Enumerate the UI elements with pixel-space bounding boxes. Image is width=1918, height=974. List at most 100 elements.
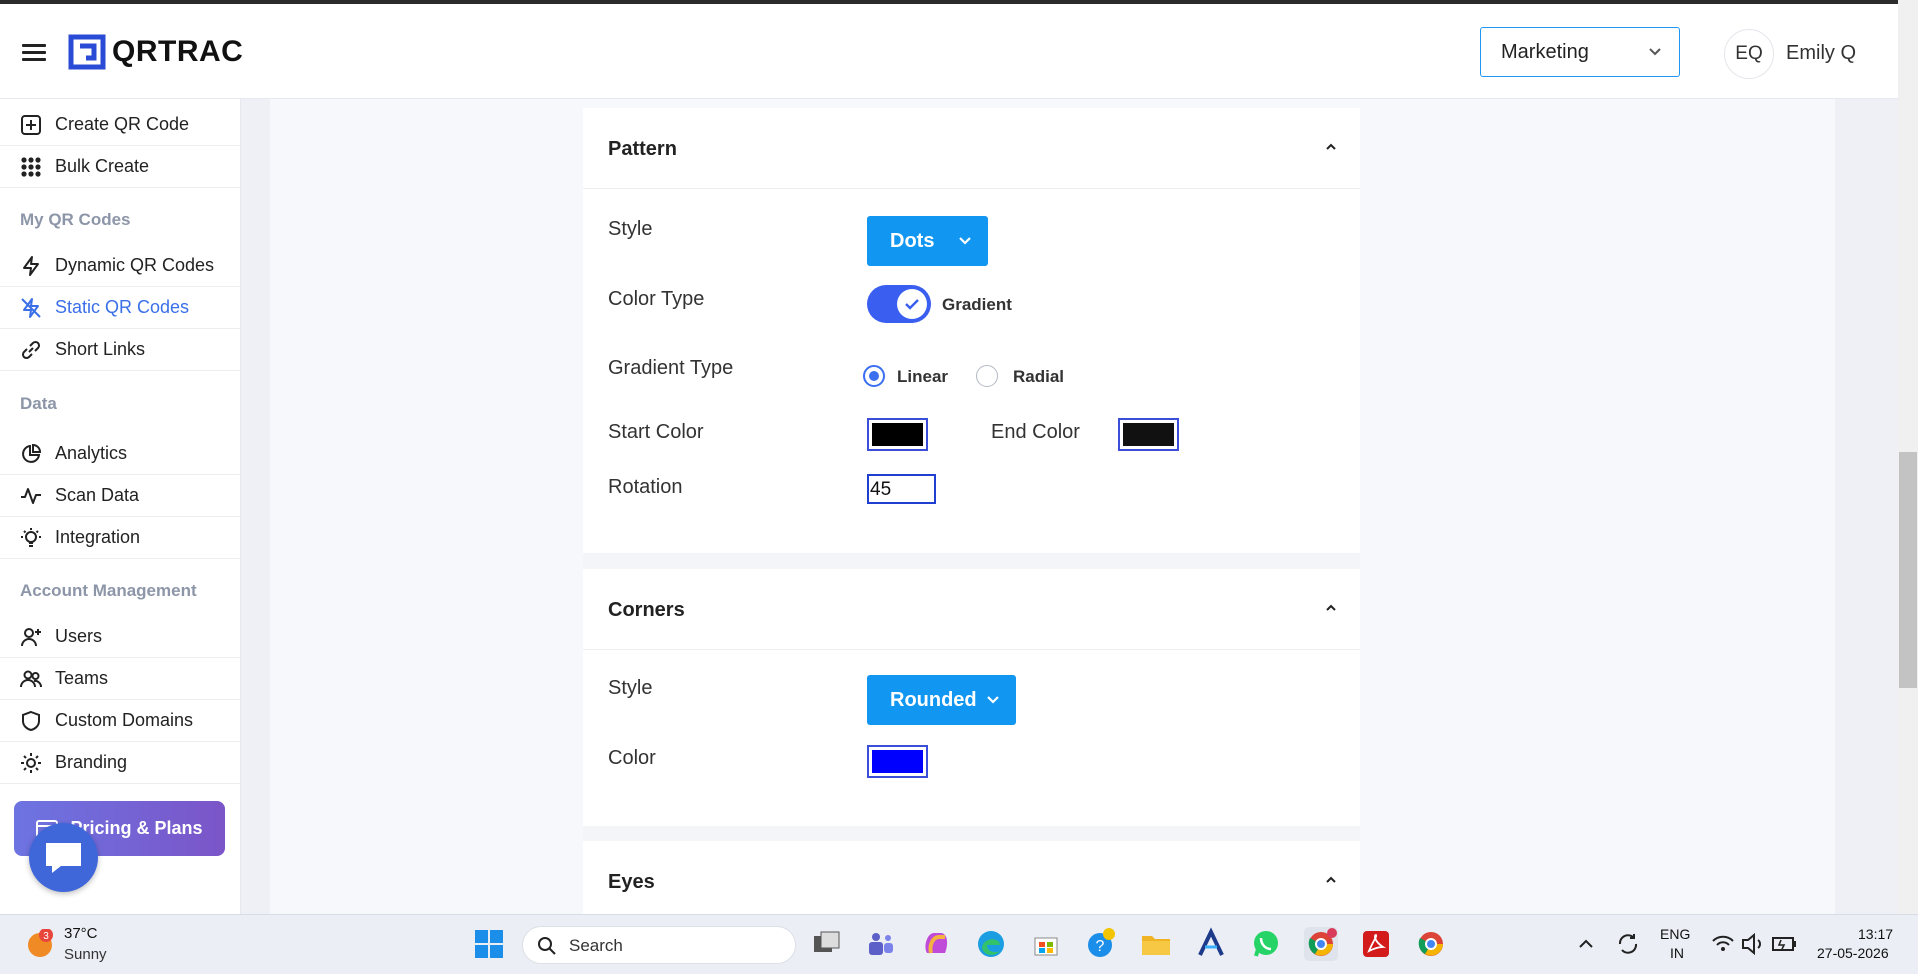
app-a-icon[interactable]	[1194, 927, 1228, 961]
menu-icon[interactable]	[22, 44, 46, 62]
color-type-label: Color Type	[608, 288, 705, 310]
rotation-label: Rotation	[608, 476, 683, 498]
chevron-up-icon[interactable]	[1324, 873, 1338, 887]
sidebar-item-users[interactable]: Users	[0, 616, 240, 658]
chrome-active-icon[interactable]	[1304, 927, 1338, 961]
wifi-icon[interactable]	[1710, 927, 1736, 961]
whatsapp-icon[interactable]	[1249, 927, 1283, 961]
sidebar-item-label: Branding	[55, 752, 128, 772]
sidebar-item-label: Analytics	[55, 443, 128, 463]
plus-square-icon	[21, 115, 41, 135]
department-select-value: Marketing	[1501, 40, 1589, 63]
sidebar-item-label: Static QR Codes	[55, 297, 190, 317]
start-color-label: Start Color	[608, 421, 704, 443]
pattern-style-dropdown[interactable]: Dots	[867, 216, 988, 266]
copilot-icon[interactable]	[919, 927, 953, 961]
pattern-panel: Pattern Style Dots Color Type Gradient G…	[583, 108, 1360, 553]
battery-icon[interactable]	[1770, 927, 1798, 961]
pattern-style-label: Style	[608, 218, 653, 240]
sidebar-item-label: Short Links	[55, 339, 146, 359]
user-plus-icon	[21, 628, 41, 647]
pie-chart-icon	[22, 443, 42, 463]
sidebar-item-teams[interactable]: Teams	[0, 658, 240, 700]
lightning-icon	[23, 256, 39, 276]
acrobat-icon[interactable]	[1359, 927, 1393, 961]
sidebar-item-dynamic-qr[interactable]: Dynamic QR Codes	[0, 245, 240, 287]
chevron-up-icon[interactable]	[1574, 927, 1598, 961]
sidebar-item-create-qr[interactable]: Create QR Code	[0, 104, 240, 146]
corners-style-label: Style	[608, 677, 653, 699]
pattern-title: Pattern	[608, 138, 677, 160]
language-indicator[interactable]: ENG	[1660, 926, 1690, 942]
qrtrac-logo-icon	[68, 34, 106, 70]
pattern-style-value: Dots	[890, 229, 935, 252]
taskbar-search[interactable]: Search	[522, 926, 796, 964]
chat-widget-button[interactable]	[29, 823, 98, 892]
sidebar-item-analytics[interactable]: Analytics	[0, 433, 240, 475]
user-name[interactable]: Emily Q	[1786, 42, 1856, 65]
chevron-down-icon	[1649, 48, 1661, 56]
section-label-my-qr-codes: My QR Codes	[20, 210, 131, 229]
corners-color-label: Color	[608, 747, 656, 769]
corners-style-value: Rounded	[890, 688, 977, 711]
shield-icon	[22, 710, 40, 732]
sidebar-item-branding[interactable]: Branding	[0, 742, 240, 784]
sidebar-item-label: Users	[55, 626, 103, 646]
chrome-icon[interactable]	[1414, 927, 1448, 961]
volume-icon[interactable]	[1740, 927, 1766, 961]
microsoft-store-icon[interactable]	[1029, 927, 1063, 961]
gradient-type-label: Gradient Type	[608, 357, 734, 379]
clock-date[interactable]: 27-05-2026	[1817, 945, 1889, 961]
end-color-label: End Color	[991, 421, 1080, 443]
weather-sun-icon[interactable]: 3	[26, 929, 56, 959]
chevron-up-icon[interactable]	[1324, 601, 1338, 615]
end-color-picker[interactable]	[1118, 418, 1179, 451]
file-explorer-icon[interactable]	[1139, 927, 1173, 961]
sidebar-item-bulk-create[interactable]: Bulk Create	[0, 146, 240, 188]
corners-color-swatch	[872, 750, 923, 773]
sidebar-item-label: Dynamic QR Codes	[55, 255, 215, 275]
users-icon	[20, 670, 42, 688]
app-logo[interactable]: QRTRAC	[68, 30, 243, 74]
sync-icon[interactable]	[1614, 927, 1642, 961]
gradient-radial-label: Radial	[1013, 367, 1065, 386]
rotation-input[interactable]	[867, 474, 936, 504]
gradient-linear-radio[interactable]	[863, 365, 885, 387]
task-view-icon[interactable]	[810, 927, 844, 961]
corners-panel: Corners Style Rounded Color	[583, 569, 1360, 826]
grid-dots-icon	[21, 157, 41, 177]
gradient-radial-radio[interactable]	[976, 365, 998, 387]
taskbar-search-label: Search	[569, 936, 623, 955]
sun-icon	[21, 753, 41, 773]
start-color-picker[interactable]	[867, 418, 928, 451]
check-icon	[905, 299, 919, 310]
help-icon[interactable]: ?	[1084, 927, 1118, 961]
color-type-toggle[interactable]	[867, 285, 931, 323]
clock-time[interactable]: 13:17	[1858, 926, 1893, 942]
sidebar-item-custom-domains[interactable]: Custom Domains	[0, 700, 240, 742]
department-select[interactable]: Marketing	[1480, 27, 1680, 77]
chevron-down-icon	[987, 696, 999, 704]
sidebar-item-label: Scan Data	[55, 485, 140, 505]
eyes-panel: Eyes	[583, 841, 1360, 914]
sidebar-item-label: Integration	[55, 527, 141, 547]
sidebar-item-static-qr[interactable]: Static QR Codes	[0, 287, 240, 329]
sidebar-item-integration[interactable]: Integration	[0, 517, 240, 559]
scrollbar-thumb[interactable]	[1899, 452, 1917, 688]
sidebar-item-scan-data[interactable]: Scan Data	[0, 475, 240, 517]
corners-panel-header[interactable]: Corners	[583, 569, 1360, 650]
sidebar-item-label: Custom Domains	[55, 710, 194, 730]
sidebar-item-label: Create QR Code	[55, 114, 190, 134]
sidebar-item-short-links[interactable]: Short Links	[0, 329, 240, 371]
lightning-off-icon	[21, 298, 41, 318]
windows-start-icon[interactable]	[472, 927, 506, 961]
edge-browser-icon[interactable]	[974, 927, 1008, 961]
pattern-panel-header[interactable]: Pattern	[583, 108, 1360, 189]
corners-style-dropdown[interactable]: Rounded	[867, 675, 1016, 725]
chevron-up-icon[interactable]	[1324, 140, 1338, 154]
windows-taskbar: 3 37°C Sunny Search ? ENG IN 13:17 27-05…	[0, 914, 1918, 974]
avatar[interactable]: EQ	[1724, 29, 1774, 79]
teams-icon[interactable]	[864, 927, 898, 961]
corners-color-picker[interactable]	[867, 745, 928, 778]
weather-badge: 3	[43, 931, 49, 942]
